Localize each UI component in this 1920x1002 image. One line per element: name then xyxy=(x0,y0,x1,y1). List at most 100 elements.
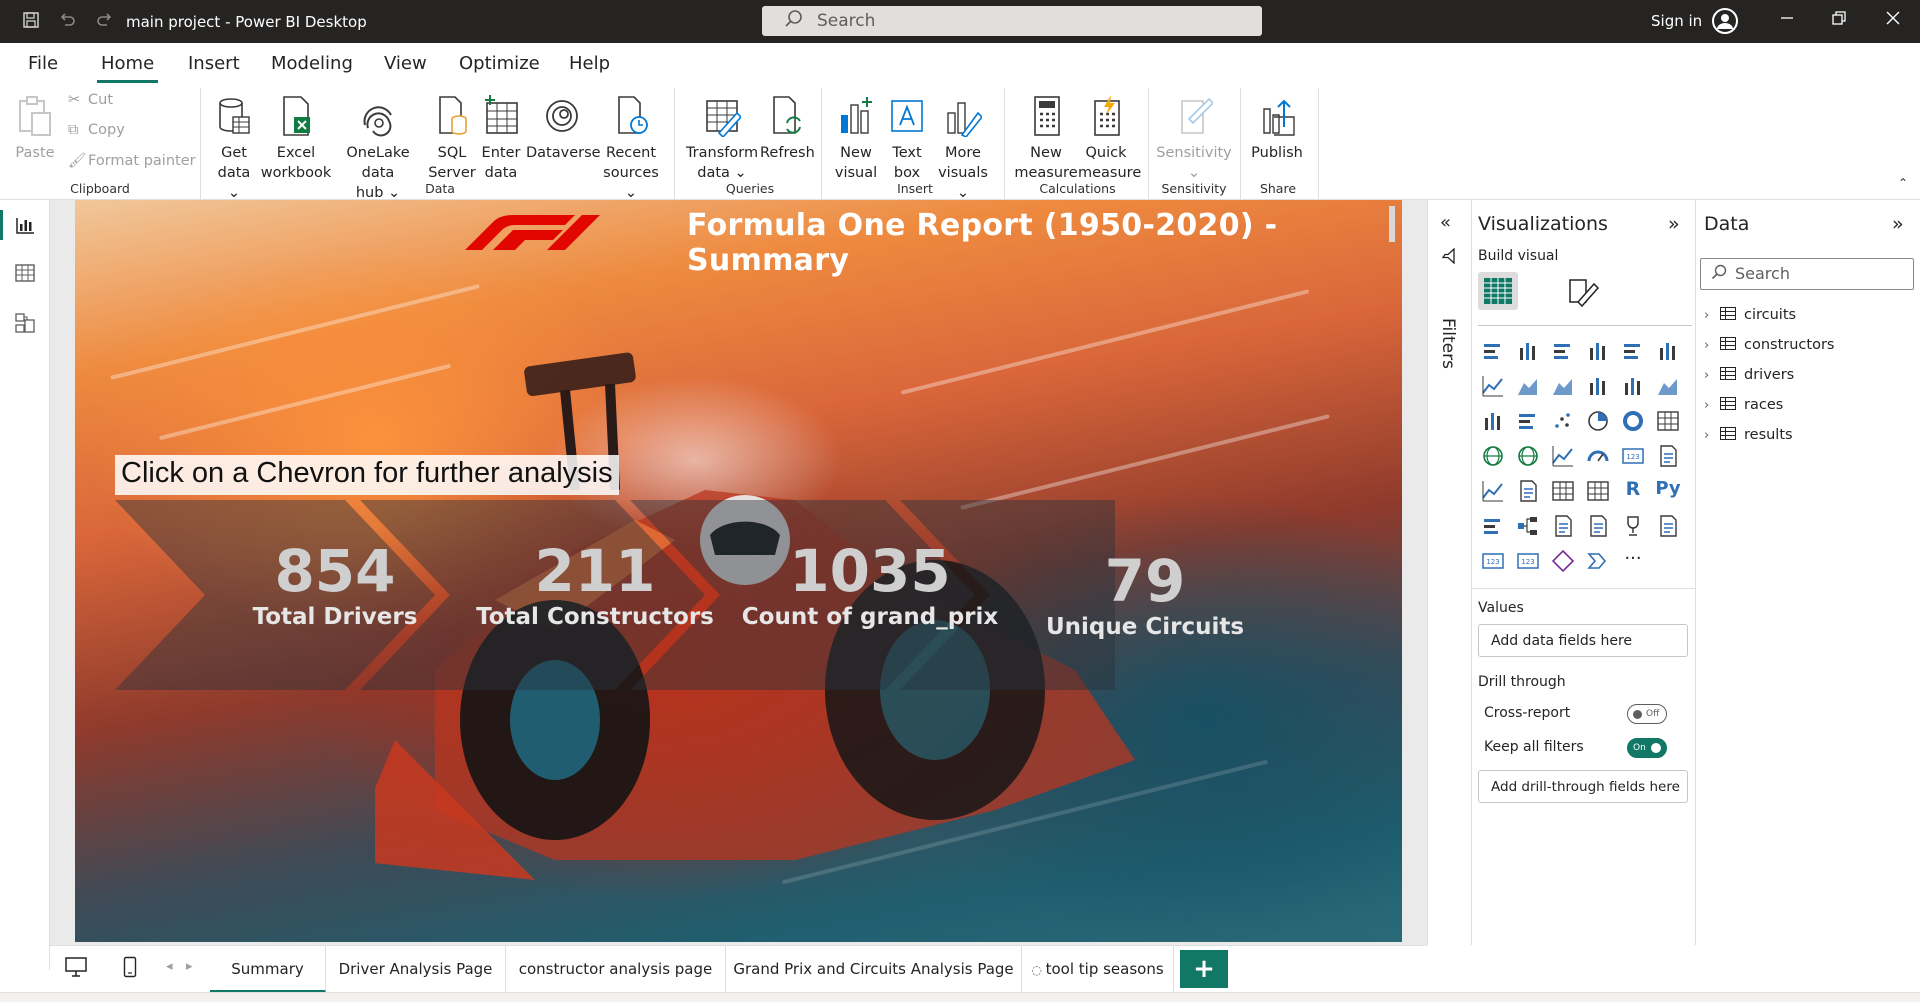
area-chart-icon[interactable] xyxy=(1515,373,1541,399)
collapse-data-icon[interactable]: » xyxy=(1892,213,1904,235)
decomposition-tree-icon[interactable] xyxy=(1515,513,1541,539)
clustered-column-chart-icon[interactable] xyxy=(1585,338,1611,364)
tab-optimize[interactable]: Optimize xyxy=(459,53,540,74)
metrics-icon[interactable] xyxy=(1620,513,1646,539)
next-page-icon[interactable]: ▸ xyxy=(186,959,193,974)
report-view-icon[interactable] xyxy=(0,210,36,240)
tab-view[interactable]: View xyxy=(384,53,427,74)
funnel-chart-icon[interactable] xyxy=(1515,408,1541,434)
redo-icon[interactable] xyxy=(94,10,116,32)
pie-chart-icon[interactable] xyxy=(1585,408,1611,434)
kpi-count-grand-prix[interactable]: 1035 Count of grand_prix xyxy=(725,540,1015,632)
more-visuals-icon[interactable]: ··· xyxy=(1620,548,1646,574)
expand-filters-icon[interactable]: « xyxy=(1440,212,1451,233)
values-field-well[interactable]: Add data fields here xyxy=(1478,624,1688,657)
refresh-button[interactable]: Refresh xyxy=(760,95,815,163)
close-icon[interactable] xyxy=(1882,10,1904,32)
table-drivers[interactable]: › drivers xyxy=(1704,367,1794,383)
collapse-ribbon-icon[interactable]: ⌃ xyxy=(1898,176,1908,190)
transform-data-button[interactable]: Transform data ⌄ xyxy=(684,95,760,183)
paginated-report-icon[interactable] xyxy=(1655,513,1681,539)
clustered-bar-chart-icon[interactable] xyxy=(1550,338,1576,364)
treemap-icon[interactable] xyxy=(1655,408,1681,434)
sensitivity-button[interactable]: Sensitivity ⌄ xyxy=(1156,95,1232,183)
line-chart-icon[interactable] xyxy=(1480,373,1506,399)
page-tab-constructor-analysis[interactable]: constructor analysis page xyxy=(506,946,726,993)
map-icon[interactable] xyxy=(1480,443,1506,469)
account-icon[interactable] xyxy=(1712,8,1738,34)
table-constructors[interactable]: › constructors xyxy=(1704,337,1834,353)
format-visual-tab[interactable] xyxy=(1562,272,1602,310)
get-data-button[interactable]: Get data ⌄ xyxy=(210,95,258,203)
100-bar-chart-icon[interactable] xyxy=(1620,338,1646,364)
save-icon[interactable] xyxy=(20,10,42,32)
add-page-button[interactable]: + xyxy=(1180,950,1228,988)
page-tab-summary[interactable]: Summary xyxy=(210,946,326,993)
collapse-visualizations-icon[interactable]: » xyxy=(1668,213,1680,235)
power-fx-icon[interactable] xyxy=(1550,548,1576,574)
key-influencers-icon[interactable] xyxy=(1480,513,1506,539)
gauge-icon[interactable] xyxy=(1585,443,1611,469)
qa-icon[interactable] xyxy=(1550,513,1576,539)
matrix-icon[interactable] xyxy=(1585,478,1611,504)
multi-row-card-icon[interactable] xyxy=(1655,443,1681,469)
new-visual-button[interactable]: New visual xyxy=(831,95,881,183)
stacked-bar-chart-icon[interactable] xyxy=(1480,338,1506,364)
smart-narrative-icon[interactable] xyxy=(1585,513,1611,539)
paste-button[interactable]: Paste xyxy=(12,95,58,163)
quick-measure-button[interactable]: Quick measure xyxy=(1078,95,1141,183)
kpi-icon[interactable] xyxy=(1480,478,1506,504)
tab-home[interactable]: Home xyxy=(96,53,159,83)
tab-insert[interactable]: Insert xyxy=(188,53,240,74)
100-column-chart-icon[interactable] xyxy=(1655,338,1681,364)
waterfall-chart-icon[interactable] xyxy=(1480,408,1506,434)
page-tab-grand-prix-circuits[interactable]: Grand Prix and Circuits Analysis Page xyxy=(726,946,1022,993)
chevron-visual-icon[interactable] xyxy=(1585,548,1611,574)
table-icon[interactable] xyxy=(1550,478,1576,504)
text-box-button[interactable]: Text box xyxy=(882,95,932,183)
kpi-unique-circuits[interactable]: 79 Unique Circuits xyxy=(1025,550,1265,642)
cross-report-toggle[interactable]: Off xyxy=(1627,704,1667,724)
search-box[interactable]: Search xyxy=(762,6,1262,36)
python-visual-icon[interactable]: Py xyxy=(1655,478,1681,504)
kpi-total-drivers[interactable]: 854 Total Drivers xyxy=(235,540,435,632)
table-circuits[interactable]: › circuits xyxy=(1704,307,1796,323)
undo-icon[interactable] xyxy=(56,10,78,32)
stacked-area-chart-icon[interactable] xyxy=(1550,373,1576,399)
copy-button[interactable]: ⧉ Copy xyxy=(68,122,125,138)
kpi-total-constructors[interactable]: 211 Total Constructors xyxy=(465,540,725,632)
card-icon[interactable]: 123 xyxy=(1620,443,1646,469)
page-tab-tool-tip-seasons[interactable]: ◌ tool tip seasons xyxy=(1022,946,1174,993)
excel-workbook-button[interactable]: Excel workbook xyxy=(260,95,332,183)
format-painter-button[interactable]: 🖌 Format painter xyxy=(68,152,196,169)
tab-help[interactable]: Help xyxy=(569,53,610,74)
mobile-layout-icon[interactable] xyxy=(123,956,137,983)
power-apps-icon[interactable]: 123 xyxy=(1480,548,1506,574)
donut-chart-icon[interactable] xyxy=(1620,408,1646,434)
slicer-icon[interactable] xyxy=(1515,478,1541,504)
tab-file[interactable]: File xyxy=(28,53,58,74)
enter-data-button[interactable]: Enter data xyxy=(478,95,524,183)
tab-modeling[interactable]: Modeling xyxy=(271,53,353,74)
previous-page-icon[interactable]: ◂ xyxy=(166,959,173,974)
desktop-layout-icon[interactable] xyxy=(64,956,88,983)
stacked-column-chart-icon[interactable] xyxy=(1515,338,1541,364)
line-clustered-column-icon[interactable] xyxy=(1620,373,1646,399)
filters-pane[interactable]: « Filters xyxy=(1427,200,1472,945)
recent-sources-button[interactable]: Recent sources ⌄ xyxy=(596,95,666,203)
keep-all-filters-toggle[interactable]: On xyxy=(1627,738,1667,758)
r-visual-icon[interactable]: R xyxy=(1620,478,1646,504)
cut-button[interactable]: ✂ Cut xyxy=(68,92,113,108)
publish-button[interactable]: Publish xyxy=(1248,95,1306,163)
model-view-icon[interactable] xyxy=(14,312,36,334)
sign-in-link[interactable]: Sign in xyxy=(1651,12,1702,30)
drill-through-field-well[interactable]: Add drill-through fields here xyxy=(1478,770,1688,803)
page-tab-driver-analysis[interactable]: Driver Analysis Page xyxy=(326,946,506,993)
sql-server-button[interactable]: SQL Server xyxy=(426,95,478,183)
build-visual-tab[interactable] xyxy=(1478,272,1518,310)
ribbon-chart-icon[interactable] xyxy=(1655,373,1681,399)
restore-icon[interactable] xyxy=(1828,10,1850,32)
dataverse-button[interactable]: Dataverse xyxy=(526,95,601,163)
line-stacked-column-icon[interactable] xyxy=(1585,373,1611,399)
filled-map-icon[interactable] xyxy=(1515,443,1541,469)
